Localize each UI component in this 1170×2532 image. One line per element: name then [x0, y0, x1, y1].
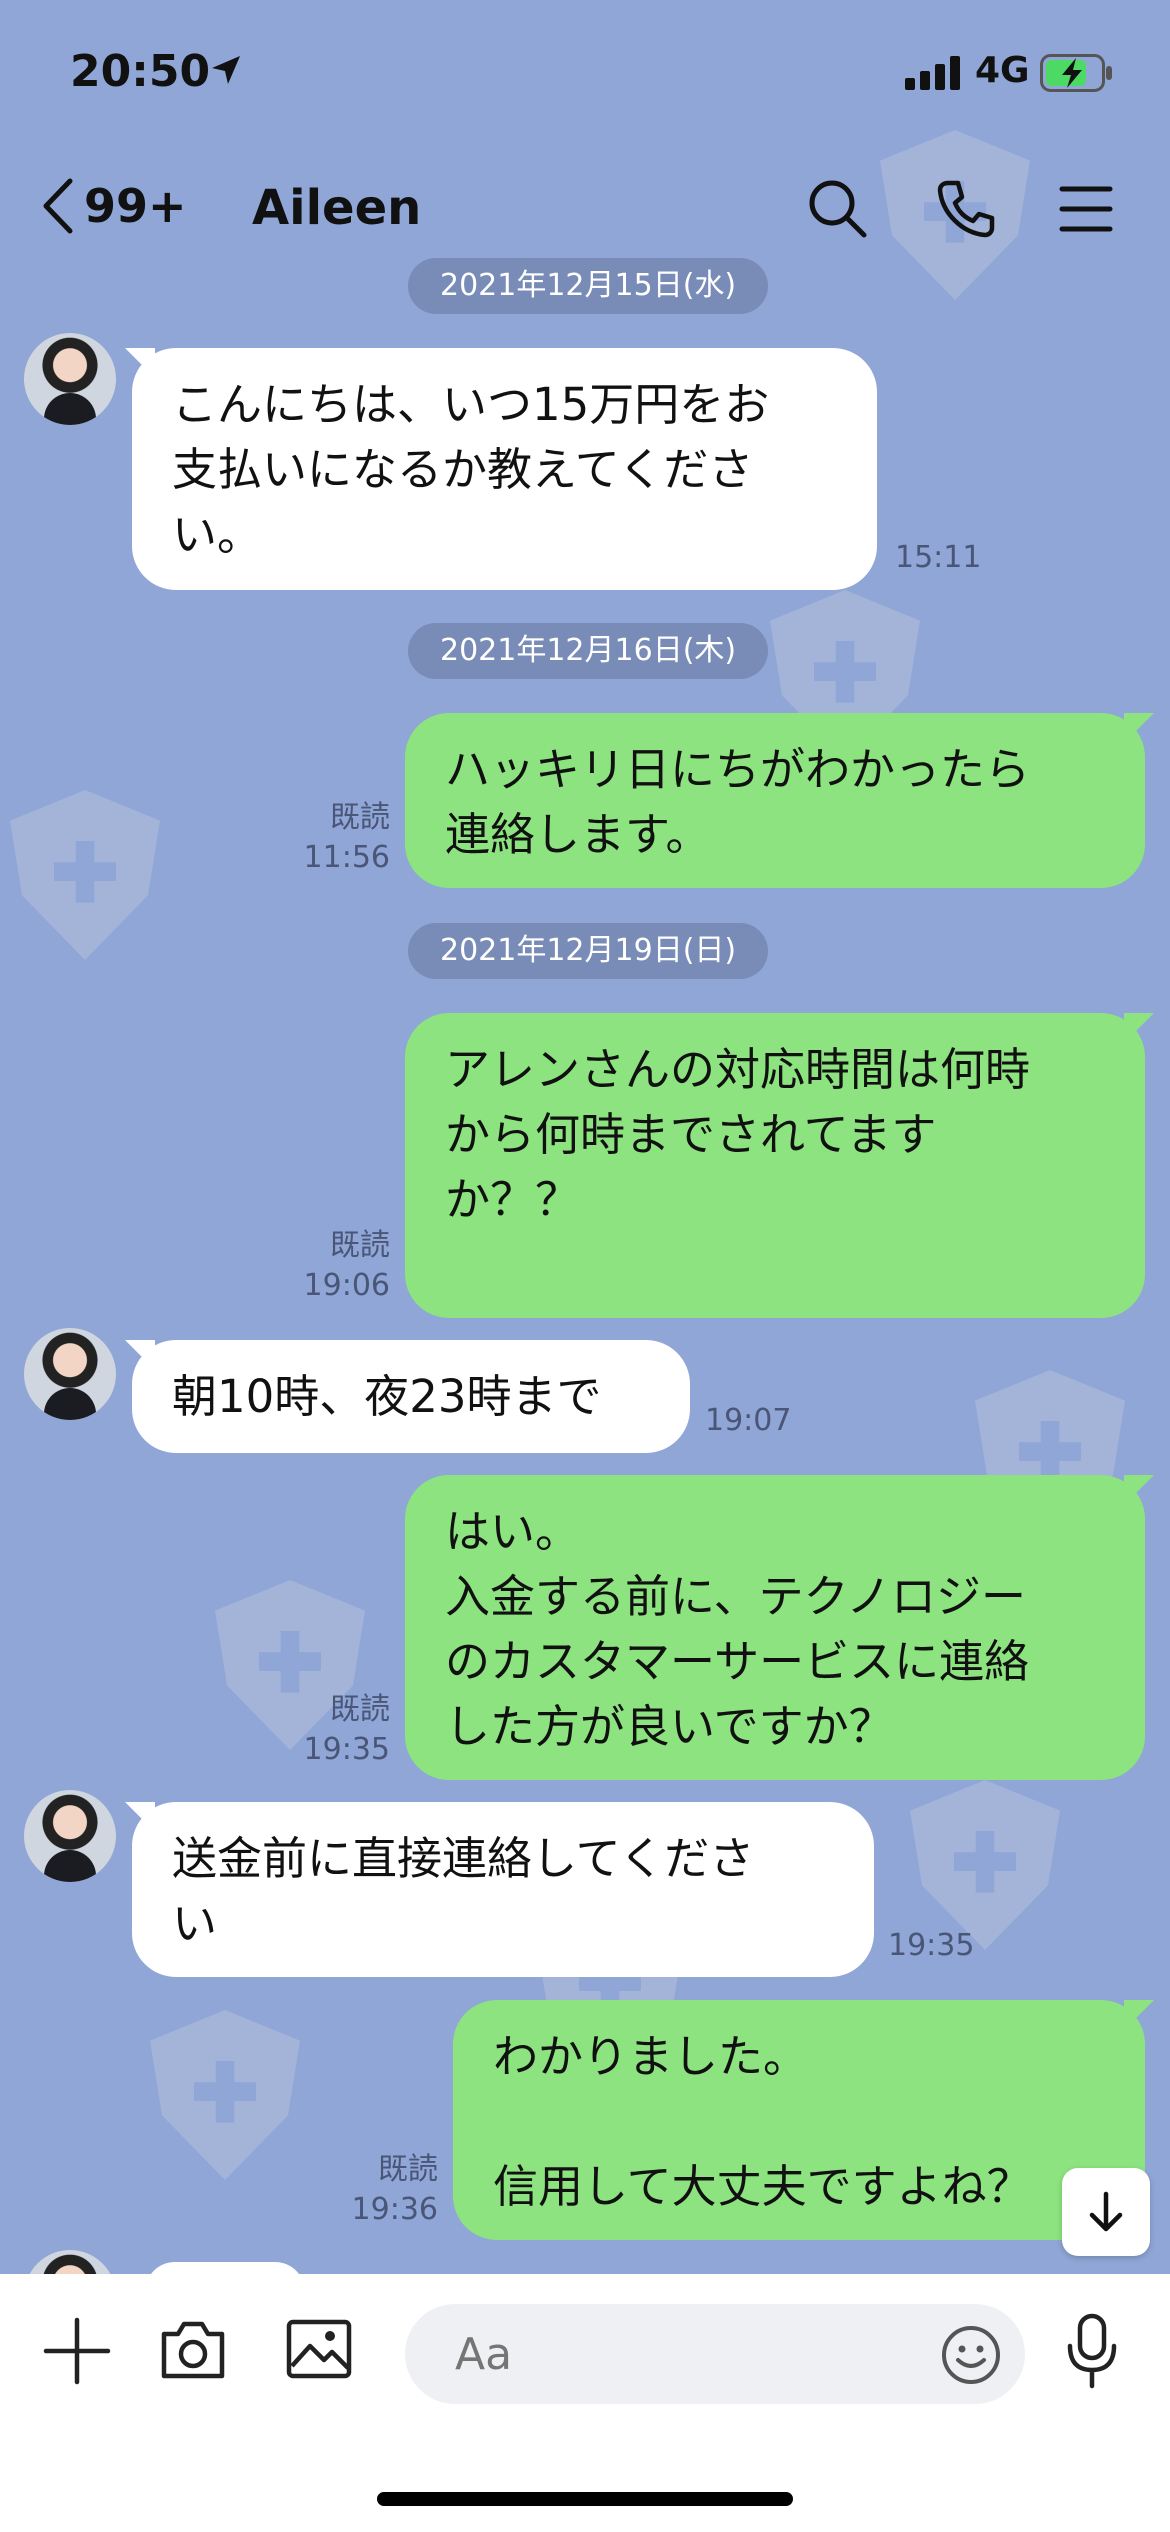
- status-bar: 20:50 4G: [0, 0, 1170, 150]
- camera-icon[interactable]: [158, 2316, 228, 2382]
- read-receipt: 既読: [330, 1692, 390, 1727]
- emoji-icon[interactable]: [940, 2324, 1002, 2386]
- message-time: 19:35: [303, 1732, 390, 1767]
- message-meta: 既読 11:56: [270, 798, 390, 878]
- home-indicator: [377, 2492, 793, 2506]
- message-time: 19:36: [351, 2192, 438, 2227]
- menu-icon[interactable]: [1058, 177, 1114, 241]
- search-icon[interactable]: [806, 177, 870, 241]
- message-bubble-outgoing[interactable]: はい。 入金する前に、テクノロジー のカスタマーサービスに連絡 した方が良いです…: [405, 1475, 1145, 1780]
- message-bubble-incoming[interactable]: 朝10時、夜23時まで: [132, 1340, 690, 1453]
- background-shield-icon: [150, 2010, 300, 2180]
- message-time: 15:11: [895, 540, 982, 575]
- message-time: 19:35: [888, 1928, 975, 1963]
- date-separator: 2021年12月16日(木): [408, 623, 769, 679]
- read-receipt: 既読: [378, 2152, 438, 2187]
- location-arrow-icon: [212, 56, 240, 84]
- background-shield-icon: [10, 790, 160, 960]
- message-bubble-incoming[interactable]: こんにちは、いつ15万円をお 支払いになるか教えてくださ い。: [132, 348, 877, 590]
- image-icon[interactable]: [284, 2316, 354, 2382]
- message-time: 19:06: [303, 1268, 390, 1303]
- chat-screen: 20:50 4G 99+ Aileen 2021年12月15日(水) 2021年…: [0, 0, 1170, 2532]
- message-time: 11:56: [303, 840, 390, 875]
- chevron-left-icon: [43, 178, 73, 234]
- date-separator: 2021年12月19日(日): [408, 923, 769, 979]
- read-receipt: 既読: [330, 800, 390, 835]
- microphone-icon[interactable]: [1062, 2312, 1122, 2390]
- message-meta: 既読 19:36: [318, 2150, 438, 2230]
- avatar[interactable]: [24, 333, 116, 425]
- back-button[interactable]: 99+: [40, 177, 187, 235]
- contact-name[interactable]: Aileen: [252, 180, 421, 236]
- message-bubble-outgoing[interactable]: ハッキリ日にちがわかったら 連絡します。: [405, 713, 1145, 888]
- scroll-to-bottom-button[interactable]: [1062, 2168, 1150, 2256]
- plus-icon[interactable]: [42, 2316, 112, 2386]
- message-meta: 既読 19:06: [270, 1226, 390, 1306]
- unread-count: 99+: [84, 179, 187, 233]
- arrow-down-icon: [1089, 2191, 1123, 2232]
- avatar[interactable]: [24, 1790, 116, 1882]
- battery-charging-icon: [1040, 54, 1112, 92]
- message-meta: 既読 19:35: [270, 1690, 390, 1770]
- message-input[interactable]: [405, 2304, 1025, 2404]
- date-separator: 2021年12月15日(水): [408, 258, 769, 314]
- phone-call-icon[interactable]: [934, 177, 998, 241]
- cellular-signal-icon: [905, 56, 960, 90]
- status-time: 20:50: [70, 46, 211, 97]
- background-shield-icon: [910, 1780, 1060, 1950]
- network-type: 4G: [975, 50, 1030, 91]
- chat-header: 99+ Aileen: [0, 165, 1170, 255]
- message-bubble-incoming[interactable]: 送金前に直接連絡してくださ い: [132, 1802, 874, 1977]
- message-bubble-outgoing[interactable]: わかりました。 信用して大丈夫ですよね？: [453, 2000, 1145, 2240]
- message-time: 19:07: [705, 1403, 792, 1438]
- read-receipt: 既読: [330, 1228, 390, 1263]
- message-bubble-outgoing[interactable]: アレンさんの対応時間は何時 から何時までされてます か？？: [405, 1013, 1145, 1318]
- avatar[interactable]: [24, 1328, 116, 1420]
- message-input-bar: [0, 2274, 1170, 2532]
